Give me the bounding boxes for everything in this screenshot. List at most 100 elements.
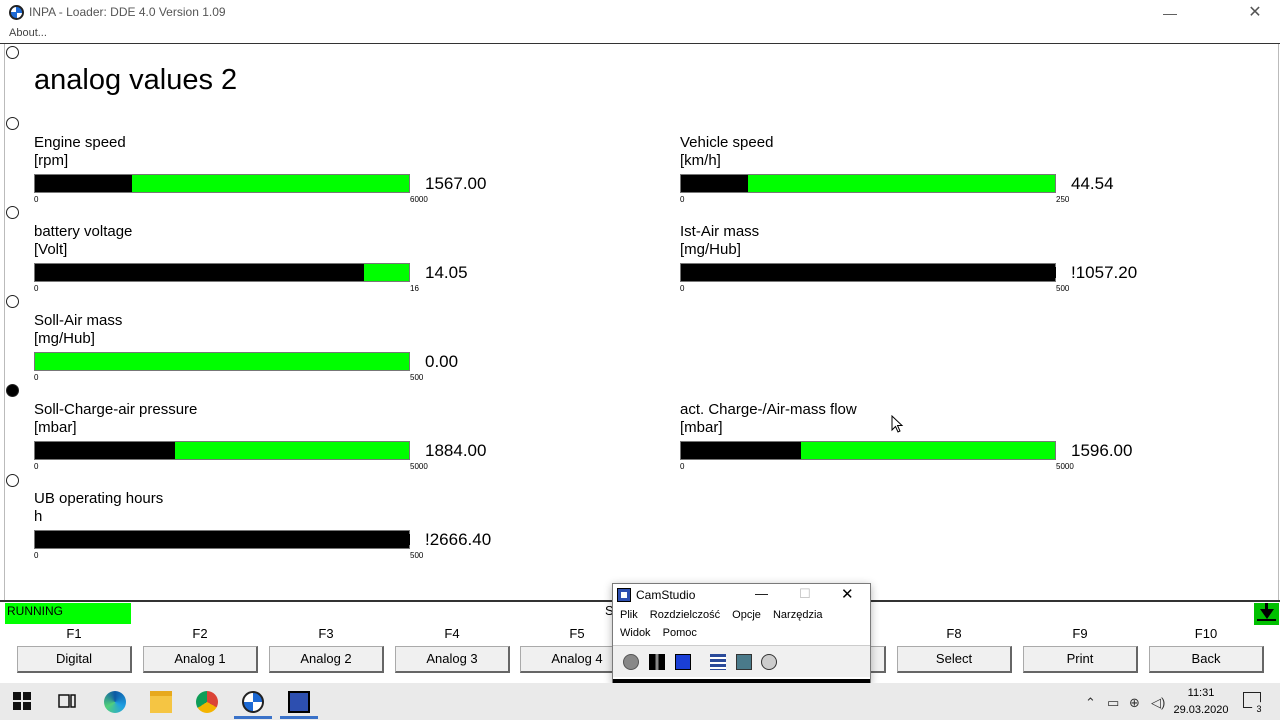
digital-button[interactable]: Digital <box>17 646 132 673</box>
gauge-max: 500 <box>410 373 424 382</box>
tray-time[interactable]: 11:31 <box>1176 687 1226 699</box>
chevron-up-icon[interactable]: ⌃ <box>1085 695 1096 711</box>
file-explorer-icon[interactable] <box>150 691 172 713</box>
radio-option-2[interactable] <box>6 117 19 130</box>
close-button[interactable]: ✕ <box>1247 2 1263 24</box>
gauge-label: UB operating hours <box>34 490 164 507</box>
camstudio-taskbar-icon[interactable] <box>288 691 310 713</box>
gauge-bar <box>680 441 1056 460</box>
select-button[interactable]: Select <box>897 646 1012 673</box>
fkey-label-f4: F4 <box>444 626 460 641</box>
analog-3-button[interactable]: Analog 3 <box>395 646 510 673</box>
radio-option-6[interactable] <box>6 474 19 487</box>
chrome-icon[interactable] <box>196 691 218 713</box>
region-icon[interactable] <box>710 654 726 670</box>
gauge-unit: [mbar] <box>34 419 77 436</box>
battery-icon[interactable]: ▭ <box>1107 695 1119 711</box>
gauge-value: 1884.00 <box>425 441 487 460</box>
print-button[interactable]: Print <box>1023 646 1138 673</box>
tray-date[interactable]: 29.03.2020 <box>1170 704 1232 716</box>
camstudio-toolbar <box>613 645 870 677</box>
scroll-down-arrow-icon[interactable] <box>1254 603 1279 625</box>
gauge-level <box>36 534 410 545</box>
gauge-remainder <box>364 264 409 281</box>
gauge-value: !1057.20 <box>1071 263 1138 282</box>
gauge-level <box>682 445 802 456</box>
menu-pomoc[interactable]: Pomoc <box>663 627 697 639</box>
radio-option-4[interactable] <box>6 295 19 308</box>
gauge-value: !2666.40 <box>425 530 492 549</box>
fkey-label-f2: F2 <box>192 626 208 641</box>
gauge-max: 500 <box>410 551 424 560</box>
gauge-bar <box>34 174 410 193</box>
record-icon[interactable] <box>623 654 639 670</box>
hidden-button[interactable] <box>870 646 886 673</box>
analog-1-button[interactable]: Analog 1 <box>143 646 258 673</box>
camstudio-title: CamStudio <box>636 588 696 602</box>
gauge-bar <box>680 263 1056 282</box>
gauge-min: 0 <box>34 462 39 471</box>
gauge-min: 0 <box>680 195 685 204</box>
camstudio-close-button[interactable]: ✕ <box>841 585 854 603</box>
gauge-unit: [mg/Hub] <box>34 330 95 347</box>
gauge-label: Engine speed <box>34 134 126 151</box>
notification-count-badge: 3 <box>1252 702 1266 716</box>
gauge-min: 0 <box>34 373 39 382</box>
active-app-indicator <box>280 716 318 719</box>
gauge-min: 0 <box>34 195 39 204</box>
gauge-remainder <box>132 175 409 192</box>
gauge-unit: [mbar] <box>680 419 723 436</box>
fkey-label-f1: F1 <box>66 626 82 641</box>
radio-option-1[interactable] <box>6 46 19 59</box>
gauge-engine-speed: Engine speed [rpm] 1567.00 0 6000 <box>34 134 594 214</box>
task-view-icon[interactable] <box>58 692 76 710</box>
divider <box>4 44 5 600</box>
gauge-remainder <box>801 442 1055 459</box>
camstudio-maximize-button[interactable]: ☐ <box>799 586 811 602</box>
status-text: RUNNING <box>7 604 63 618</box>
edge-icon[interactable] <box>104 691 126 713</box>
window-title: INPA - Loader: DDE 4.0 Version 1.09 <box>29 5 226 19</box>
gauge-max: 5000 <box>410 462 428 471</box>
gauge-unit: [rpm] <box>34 152 69 169</box>
bmw-app-icon[interactable] <box>242 691 264 713</box>
minimize-button[interactable]: — <box>1163 2 1177 24</box>
gauge-unit: [Volt] <box>34 241 68 258</box>
camstudio-menu-row: Plik Rozdzielczość Opcje Narzędzia <box>620 609 832 621</box>
back-button[interactable]: Back <box>1149 646 1264 673</box>
gauge-remainder <box>748 175 1055 192</box>
menu-rozdzielczosc[interactable]: Rozdzielczość <box>650 609 720 621</box>
pause-icon[interactable] <box>649 654 665 670</box>
globe-icon[interactable]: ⊕ <box>1129 695 1140 711</box>
fkey-label-f9: F9 <box>1072 626 1088 641</box>
menu-widok[interactable]: Widok <box>620 627 651 639</box>
mouse-cursor-icon <box>891 415 904 433</box>
stop-icon[interactable] <box>675 654 691 670</box>
page-title: analog values 2 <box>34 64 238 96</box>
camstudio-menu-row: Widok Pomoc <box>620 627 706 639</box>
swf-icon[interactable] <box>761 654 777 670</box>
fkey-label-f3: F3 <box>318 626 334 641</box>
gauge-label: Ist-Air mass <box>680 223 760 240</box>
camstudio-minimize-button[interactable]: — <box>755 586 768 601</box>
gauge-max: 16 <box>410 284 419 293</box>
windows-start-icon[interactable] <box>13 692 31 710</box>
gauge-label: Vehicle speed <box>680 134 774 151</box>
volume-icon[interactable]: ◁) <box>1151 695 1165 711</box>
menu-opcje[interactable]: Opcje <box>732 609 761 621</box>
gauge-min: 0 <box>680 284 685 293</box>
radio-option-5[interactable] <box>6 384 19 397</box>
gauge-bar <box>34 263 410 282</box>
radio-option-3[interactable] <box>6 206 19 219</box>
active-app-indicator <box>234 716 272 719</box>
analog-2-button[interactable]: Analog 2 <box>269 646 384 673</box>
bmw-logo-icon <box>9 5 24 20</box>
gauge-label: battery voltage <box>34 223 133 240</box>
menu-plik[interactable]: Plik <box>620 609 638 621</box>
menu-narzedzia[interactable]: Narzędzia <box>773 609 823 621</box>
gauge-soll-air-mass: Soll-Air mass [mg/Hub] 0.00 0 500 <box>34 312 594 392</box>
about-menu-item[interactable]: About... <box>9 27 47 39</box>
options-icon[interactable] <box>736 654 752 670</box>
gauge-remainder <box>175 442 409 459</box>
gauge-level <box>682 178 749 189</box>
